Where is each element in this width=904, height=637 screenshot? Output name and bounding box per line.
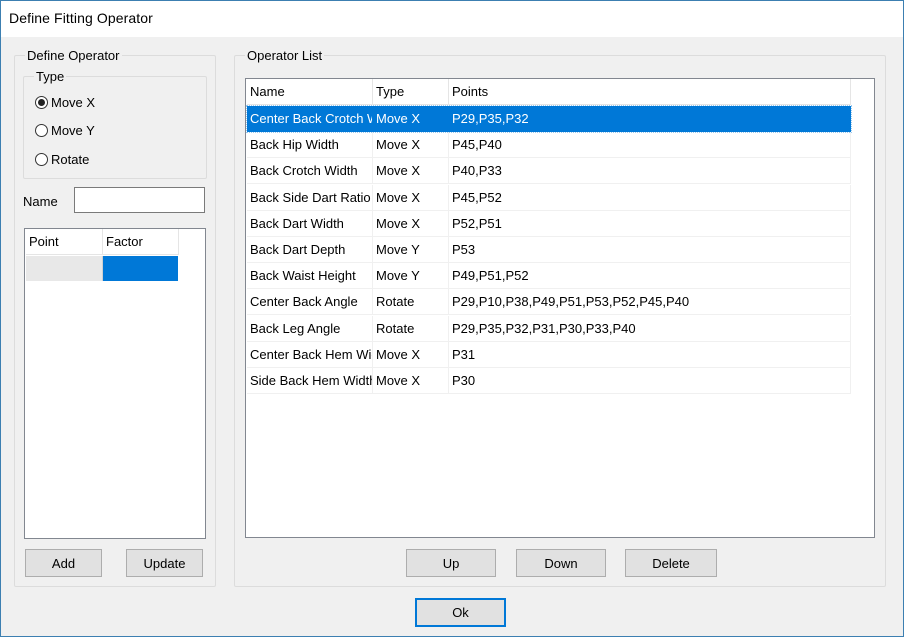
- cell-name: Center Back Angle: [247, 289, 373, 316]
- cell-type: Move X: [373, 158, 449, 185]
- cell-name: Back Waist Height: [247, 263, 373, 290]
- cell-name: Back Hip Width: [247, 132, 373, 159]
- cell-points: P45,P40: [449, 132, 851, 159]
- define-operator-label: Define Operator: [25, 48, 122, 63]
- operator-list-group: Operator List Name Type Points Center Ba…: [234, 48, 886, 587]
- column-header-points[interactable]: Points: [449, 79, 851, 105]
- table-row[interactable]: Back Waist Height Move Y P49,P51,P52: [247, 263, 851, 290]
- cell-type: Move X: [373, 341, 449, 368]
- table-row[interactable]: Back Side Dart Ratio Move X P45,P52: [247, 184, 851, 211]
- table-row[interactable]: Center Back Angle Rotate P29,P10,P38,P49,P…: [247, 289, 851, 316]
- table-row[interactable]: Back Crotch Width Move X P40,P33: [247, 158, 851, 185]
- up-button[interactable]: Up: [406, 549, 496, 577]
- radio-label: Move Y: [51, 123, 95, 138]
- column-header-factor[interactable]: Factor: [103, 229, 179, 255]
- cell-points: P31: [449, 341, 851, 368]
- table-row[interactable]: Back Hip Width Move X P45,P40: [247, 132, 851, 159]
- operator-list-table[interactable]: Name Type Points Center Back Crotch Widt…: [245, 78, 875, 538]
- type-group: Type Move X Move Y Rotate: [23, 69, 207, 179]
- title-bar: Define Fitting Operator: [1, 1, 903, 37]
- column-header-name[interactable]: Name: [247, 79, 373, 105]
- cell-points: P29,P35,P32: [449, 106, 851, 132]
- cell-type: Move X: [373, 368, 449, 394]
- point-cell[interactable]: [26, 256, 103, 281]
- factor-cell[interactable]: [103, 256, 178, 281]
- column-header-type[interactable]: Type: [373, 79, 449, 105]
- table-row[interactable]: Back Leg Angle Rotate P29,P35,P32,P31,P30,…: [247, 315, 851, 342]
- cell-name: Back Leg Angle: [247, 315, 373, 342]
- cell-points: P52,P51: [449, 210, 851, 237]
- type-label: Type: [34, 69, 67, 84]
- cell-points: P29,P10,P38,P49,P51,P53,P52,P45,P40: [449, 289, 851, 316]
- down-button[interactable]: Down: [516, 549, 606, 577]
- dialog-window: Define Fitting Operator Define Operator …: [0, 0, 904, 637]
- radio-circle-icon: [35, 124, 48, 137]
- window-title: Define Fitting Operator: [9, 10, 153, 26]
- radio-label: Move X: [51, 95, 96, 110]
- radio-label: Rotate: [51, 152, 90, 167]
- cell-type: Rotate: [373, 315, 449, 342]
- name-input[interactable]: [74, 187, 205, 213]
- cell-type: Move X: [373, 132, 449, 159]
- cell-name: Back Dart Depth: [247, 237, 373, 263]
- cell-type: Move Y: [373, 263, 449, 290]
- cell-name: Center Back Crotch Width: [247, 106, 373, 132]
- cell-name: Back Dart Width: [247, 210, 373, 237]
- point-factor-table[interactable]: Point Factor: [24, 228, 206, 539]
- cell-type: Move Y: [373, 237, 449, 263]
- ok-button[interactable]: Ok: [415, 598, 506, 627]
- cell-points: P45,P52: [449, 184, 851, 211]
- cell-points: P40,P33: [449, 158, 851, 185]
- radio-move-x[interactable]: Move X: [35, 95, 95, 110]
- radio-circle-icon: [35, 153, 48, 166]
- cell-points: P30: [449, 368, 851, 394]
- cell-points: P53: [449, 237, 851, 263]
- cell-type: Move X: [373, 184, 449, 211]
- table-row[interactable]: Back Dart Width Move X P52,P51: [247, 210, 851, 237]
- cell-points: P49,P51,P52: [449, 263, 851, 290]
- add-button[interactable]: Add: [25, 549, 102, 577]
- cell-name: Back Crotch Width: [247, 158, 373, 185]
- define-operator-group: Define Operator Type Move X Move Y Rotat…: [14, 48, 216, 587]
- operator-list-label: Operator List: [245, 48, 325, 63]
- cell-points: P29,P35,P32,P31,P30,P33,P40: [449, 315, 851, 342]
- cell-type: Move X: [373, 210, 449, 237]
- cell-name: Side Back Hem Width: [247, 368, 373, 394]
- table-row[interactable]: Center Back Hem WidthMove XP31: [247, 341, 851, 368]
- column-header-point[interactable]: Point: [26, 229, 103, 255]
- radio-rotate[interactable]: Rotate: [35, 152, 89, 167]
- cell-name: Back Side Dart Ratio: [247, 184, 373, 211]
- table-row[interactable]: Back Dart Depth Move Y P53: [247, 237, 851, 263]
- cell-name: Center Back Hem Width: [247, 341, 373, 368]
- table-row[interactable]: Side Back Hem Width Move X P30: [247, 368, 851, 394]
- delete-button[interactable]: Delete: [625, 549, 717, 577]
- name-label: Name: [23, 194, 58, 209]
- cell-type: Rotate: [373, 289, 449, 316]
- table-row[interactable]: Center Back Crotch WidthMove XP29,P35,P3…: [246, 105, 852, 133]
- cell-type: Move X: [373, 106, 449, 132]
- update-button[interactable]: Update: [126, 549, 203, 577]
- radio-move-y[interactable]: Move Y: [35, 123, 95, 138]
- radio-circle-icon: [35, 96, 48, 109]
